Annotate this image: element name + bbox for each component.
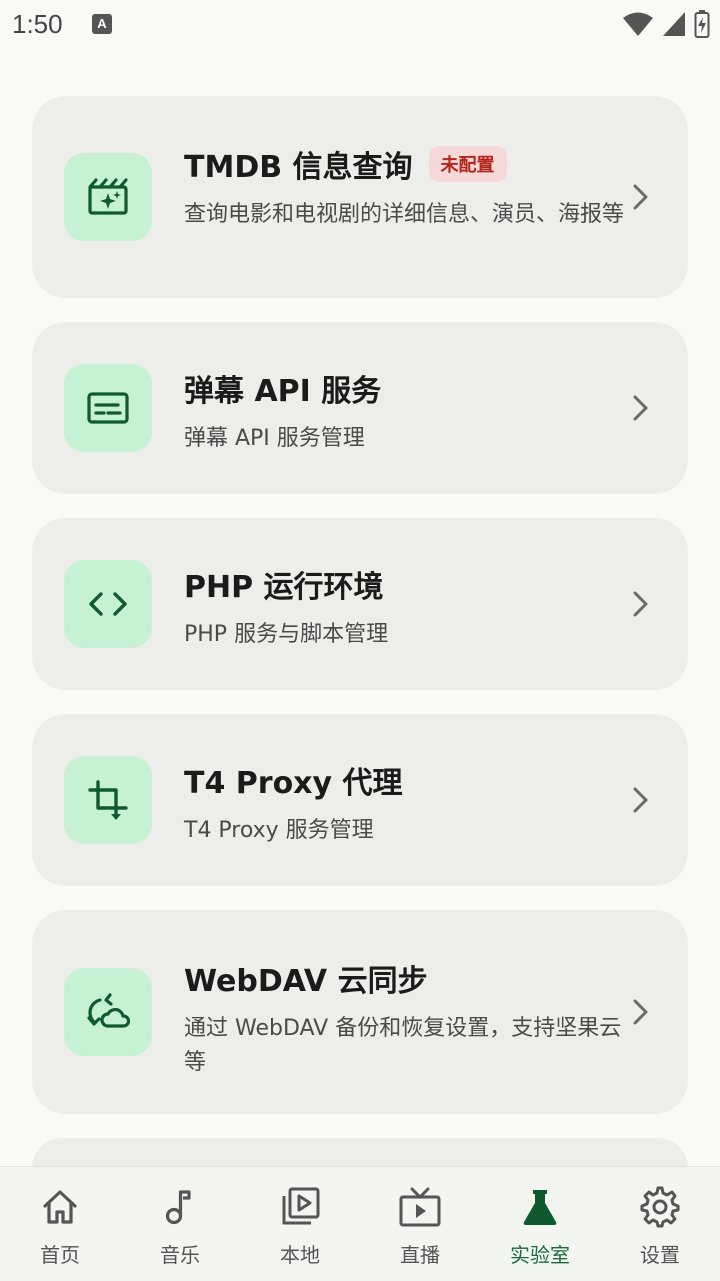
card-description: PHP 服务与脚本管理 [184, 622, 389, 647]
card-title-row: T4 Proxy 代理 [184, 758, 624, 802]
card-title: 弹幕 API 服务 [184, 374, 382, 409]
status-bar: 1:50 A [0, 0, 720, 50]
nav-label: 实验室 [510, 1243, 570, 1267]
nav-label: 设置 [640, 1243, 680, 1267]
card-text: PHP 运行环境 PHP 服务与脚本管理 [184, 562, 624, 652]
nav-item-live[interactable]: 直播 [360, 1167, 480, 1281]
battery-icon [694, 10, 710, 38]
code-icon [64, 560, 152, 648]
music-note-icon [158, 1185, 202, 1229]
nav-label: 直播 [400, 1243, 440, 1267]
card-text: 弹幕 API 服务 弹幕 API 服务管理 [184, 366, 624, 456]
notification-a-icon: A [92, 14, 112, 34]
card-text: WebDAV 云同步 通过 WebDAV 备份和恢复设置，支持坚果云等 [184, 956, 624, 1080]
card-title-row: 弹幕 API 服务 [184, 366, 624, 410]
nav-label: 首页 [40, 1243, 80, 1267]
live-tv-icon [398, 1185, 442, 1229]
status-time: 1:50 [12, 9, 63, 39]
chevron-right-icon [633, 395, 648, 421]
card-title: TMDB 信息查询 [184, 150, 413, 185]
nav-item-home[interactable]: 首页 [0, 1167, 120, 1281]
chevron-right-icon [633, 591, 648, 617]
video-library-icon [278, 1185, 322, 1229]
flask-icon [518, 1185, 562, 1229]
crop-icon [64, 756, 152, 844]
card-description: 通过 WebDAV 备份和恢复设置，支持坚果云等 [184, 1016, 622, 1075]
gear-icon [638, 1185, 682, 1229]
cloud-sync-icon [64, 968, 152, 1056]
chevron-right-icon [633, 184, 648, 210]
card-title: T4 Proxy 代理 [184, 766, 403, 801]
status-badge: 未配置 [428, 146, 507, 182]
nav-label: 本地 [280, 1243, 320, 1267]
bottom-navigation: 首页 音乐 本地 直播 实验室 设置 [0, 1166, 720, 1281]
card-php-runtime[interactable]: PHP 运行环境 PHP 服务与脚本管理 [32, 518, 688, 690]
card-description: 查询电影和电视剧的详细信息、演员、海报等 [184, 202, 625, 227]
nav-item-music[interactable]: 音乐 [120, 1167, 240, 1281]
card-description: 弹幕 API 服务管理 [184, 426, 365, 451]
card-title-row: TMDB 信息查询 未配置 [184, 142, 624, 186]
nav-item-lab[interactable]: 实验室 [480, 1167, 600, 1281]
home-icon [38, 1185, 82, 1229]
movie-sparkle-icon [64, 153, 152, 241]
cell-signal-icon [663, 12, 685, 36]
status-icons [622, 10, 710, 38]
card-title-row: WebDAV 云同步 [184, 956, 624, 1000]
card-tmdb[interactable]: TMDB 信息查询 未配置 查询电影和电视剧的详细信息、演员、海报等 [32, 96, 688, 298]
wifi-icon [623, 12, 653, 36]
card-danmaku-api[interactable]: 弹幕 API 服务 弹幕 API 服务管理 [32, 322, 688, 494]
card-text: TMDB 信息查询 未配置 查询电影和电视剧的详细信息、演员、海报等 [184, 142, 624, 232]
card-t4-proxy[interactable]: T4 Proxy 代理 T4 Proxy 服务管理 [32, 714, 688, 886]
card-title-row: PHP 运行环境 [184, 562, 624, 606]
nav-item-settings[interactable]: 设置 [600, 1167, 720, 1281]
subtitles-icon [64, 364, 152, 452]
nav-label: 音乐 [160, 1243, 200, 1267]
card-webdav-sync[interactable]: WebDAV 云同步 通过 WebDAV 备份和恢复设置，支持坚果云等 [32, 910, 688, 1114]
card-description: T4 Proxy 服务管理 [184, 818, 374, 843]
card-title: PHP 运行环境 [184, 570, 384, 605]
chevron-right-icon [633, 999, 648, 1025]
chevron-right-icon [633, 787, 648, 813]
card-text: T4 Proxy 代理 T4 Proxy 服务管理 [184, 758, 624, 848]
card-title: WebDAV 云同步 [184, 964, 428, 999]
nav-item-local[interactable]: 本地 [240, 1167, 360, 1281]
